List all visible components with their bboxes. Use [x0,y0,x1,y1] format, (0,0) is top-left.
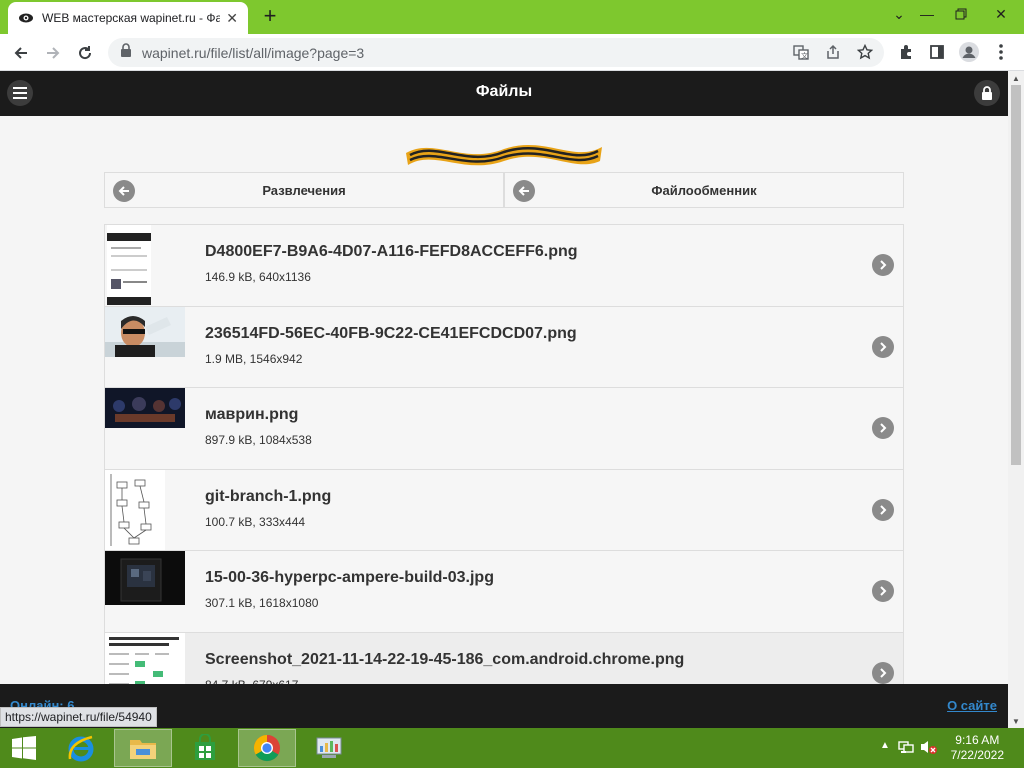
store-icon[interactable] [176,729,234,767]
file-name: git-branch-1.png [205,487,332,505]
chevron-right-icon [872,498,894,521]
clock-time: 9:16 AM [955,733,1000,747]
file-name: Screenshot_2021-11-14-22-19-45-186_com.a… [205,650,685,668]
show-hidden-icons-icon[interactable]: ▲ [880,740,890,751]
file-explorer-icon[interactable] [114,729,172,767]
nav-label: Развлечения [262,182,346,198]
clock-date: 7/22/2022 [950,748,1004,762]
section-nav: Развлечения Файлообменник [104,172,904,208]
url-text: wapinet.ru/file/list/all/image?page=3 [142,44,365,61]
taskbar-clock[interactable]: 9:16 AM 7/22/2022 [951,733,1004,763]
scroll-down-icon[interactable]: ▼ [1008,714,1024,728]
lock-icon[interactable] [120,43,132,62]
file-list-item[interactable]: 236514FD-56EC-40FB-9C22-CE41EFCDCD07.png… [105,306,903,388]
new-tab-button[interactable]: + [258,3,282,28]
system-tray: ▲ 9:16 AM 7/22/2022 [864,728,1024,768]
file-name: D4800EF7-B9A6-4D07-A116-FEFD8ACCEFF6.png [205,243,578,260]
site-favicon-icon [18,10,34,26]
close-window-button[interactable]: ✕ [978,0,1024,28]
browser-tab[interactable]: WEB мастерская wapinet.ru - Фа ✕ [8,2,248,34]
chrome-icon[interactable] [238,729,296,767]
volume-muted-icon[interactable] [920,739,938,760]
browser-toolbar: wapinet.ru/file/list/all/image?page=3 文 [0,34,1024,71]
share-icon[interactable] [822,41,844,63]
chevron-right-icon [872,580,894,602]
page-viewport: Файлы Развлечения Файлообменник D4800EF7… [0,71,1008,728]
file-meta: 146.9 kB, 640x1136 [205,270,311,284]
control-panel-icon[interactable] [300,729,358,767]
translate-icon[interactable]: 文 [790,41,812,63]
file-name: 236514FD-56EC-40FB-9C22-CE41EFCDCD07.png [205,324,577,342]
about-site-link[interactable]: О сайте [947,698,997,713]
file-name: 15-00-36-hyperpc-ampere-build-03.jpg [205,569,494,586]
menu-kebab-icon[interactable] [990,41,1012,63]
file-meta: 1.9 MB, 1546x942 [205,351,303,366]
bookmark-star-icon[interactable] [854,41,876,63]
link-hover-status: https://wapinet.ru/file/54940 [0,707,157,727]
file-list-item[interactable]: git-branch-1.png 100.7 kB, 333x444 [105,469,903,551]
file-list-item[interactable]: D4800EF7-B9A6-4D07-A116-FEFD8ACCEFF6.png… [105,225,903,307]
login-lock-icon[interactable] [974,80,1000,106]
extensions-icon[interactable] [895,41,917,63]
file-thumbnail [105,306,185,387]
restore-button[interactable] [944,0,978,28]
file-list-item[interactable]: 15-00-36-hyperpc-ampere-build-03.jpg 307… [105,551,903,633]
forward-button[interactable] [40,40,66,66]
address-bar[interactable]: wapinet.ru/file/list/all/image?page=3 [108,38,884,67]
network-icon[interactable] [898,739,914,760]
browser-tab-strip: WEB мастерская wapinet.ru - Фа ✕ + ⌄ — ✕ [0,0,1024,34]
tab-title: WEB мастерская wapinet.ru - Фа [42,11,221,25]
chevron-right-icon [872,254,894,276]
profile-avatar-icon[interactable] [958,41,980,63]
page-scrollbar[interactable]: ▲ ▼ [1008,71,1024,728]
tab-close-icon[interactable]: ✕ [226,10,238,27]
internet-explorer-icon[interactable] [52,729,110,767]
back-button[interactable] [8,40,34,66]
nav-fileexchange-button[interactable]: Файлообменник [504,172,904,208]
file-thumbnail [105,551,185,631]
nav-entertainment-button[interactable]: Развлечения [104,172,504,208]
file-list: D4800EF7-B9A6-4D07-A116-FEFD8ACCEFF6.png… [104,224,904,714]
scrollbar-thumb[interactable] [1011,85,1021,465]
start-button[interactable] [0,729,48,767]
arrow-left-icon [513,180,535,202]
arrow-left-icon [113,180,135,202]
side-panel-icon[interactable] [926,41,948,63]
file-name: маврин.png [205,406,299,423]
reload-button[interactable] [72,40,98,66]
chevron-right-icon [872,335,894,358]
page-title: Файлы [475,83,533,100]
st-george-ribbon-logo [406,144,602,166]
file-list-item[interactable]: маврин.png 897.9 kB, 1084x538 [105,388,903,470]
scroll-up-icon[interactable]: ▲ [1008,71,1024,85]
svg-text:文: 文 [801,51,808,60]
file-thumbnail [105,469,185,550]
file-meta: 897.9 kB, 1084x538 [205,433,312,447]
file-thumbnail [105,225,185,305]
file-meta: 307.1 kB, 1618x1080 [205,596,319,610]
minimize-button[interactable]: — [910,0,944,28]
chevron-right-icon [872,661,894,684]
file-thumbnail [105,388,185,468]
nav-label: Файлообменник [651,182,757,198]
site-header: Файлы [0,71,1008,116]
chevron-right-icon [872,417,894,439]
windows-taskbar: ▲ 9:16 AM 7/22/2022 [0,728,1024,768]
file-meta: 100.7 kB, 333x444 [205,514,306,529]
